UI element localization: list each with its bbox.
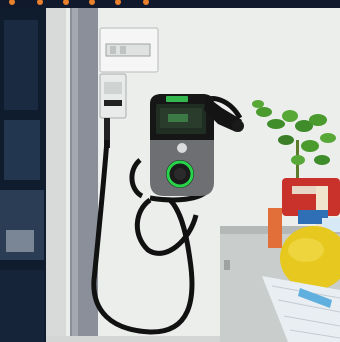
status-light	[166, 96, 188, 102]
isolator-switch	[99, 73, 127, 119]
brand-logo	[177, 143, 187, 153]
photo-scene	[0, 0, 340, 342]
bottle-orange	[268, 208, 282, 248]
charger-photo	[0, 0, 340, 342]
